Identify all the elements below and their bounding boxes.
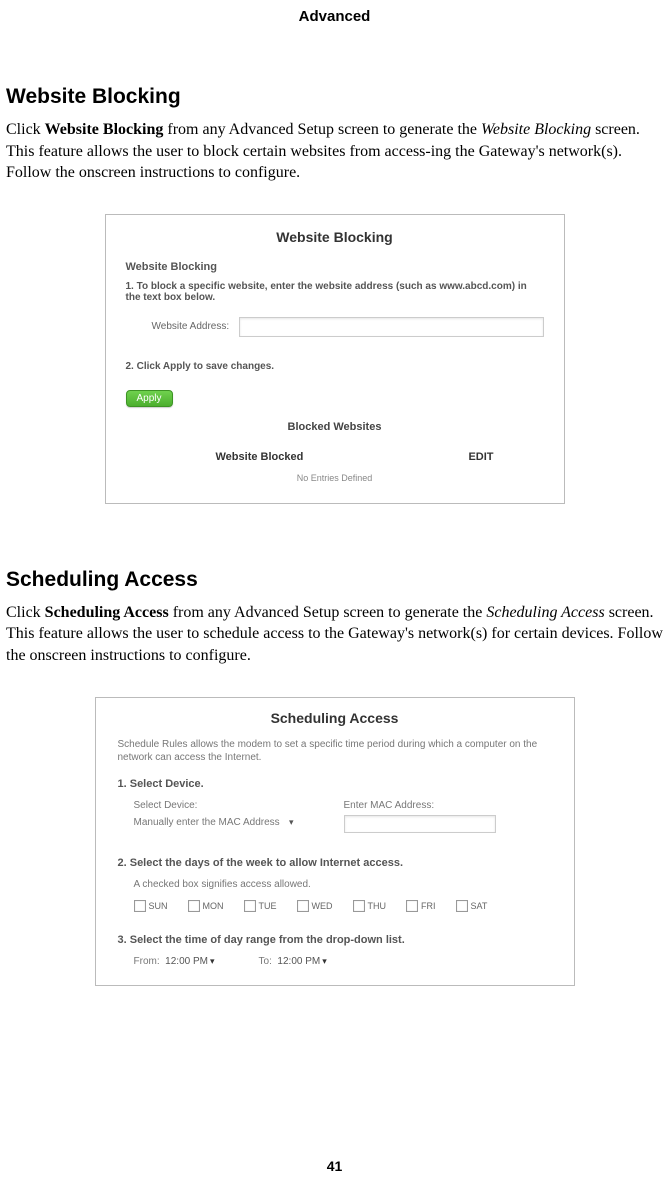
day-sun[interactable]: SUN <box>134 900 168 912</box>
days-row: SUN MON TUE WED THU FRI SAT <box>134 900 552 912</box>
link-text-scheduling-access: Scheduling Access <box>45 604 169 621</box>
panel-subtitle: Website Blocking <box>126 261 544 273</box>
col-website-blocked: Website Blocked <box>216 451 304 463</box>
step3-text: 3. Select the time of day range from the… <box>118 934 552 946</box>
link-text-website-blocking: Website Blocking <box>45 121 164 138</box>
text: Click <box>6 121 45 138</box>
checkbox-icon[interactable] <box>244 900 256 912</box>
no-entries-text: No Entries Defined <box>126 473 544 483</box>
select-device-dropdown[interactable]: Manually enter the MAC Address <box>134 815 294 831</box>
to-group: To: 12:00 PM <box>259 956 327 967</box>
day-label: FRI <box>421 901 436 911</box>
from-label: From: <box>134 956 160 967</box>
day-tue[interactable]: TUE <box>244 900 277 912</box>
day-label: SUN <box>149 901 168 911</box>
from-time-dropdown[interactable]: 12:00 PM <box>165 956 214 967</box>
website-address-label: Website Address: <box>152 321 230 332</box>
checkbox-icon[interactable] <box>353 900 365 912</box>
screenshot-scheduling-access: Scheduling Access Schedule Rules allows … <box>95 697 575 986</box>
from-group: From: 12:00 PM <box>134 956 215 967</box>
day-label: MON <box>203 901 224 911</box>
apply-button[interactable]: Apply <box>126 390 173 407</box>
website-address-input[interactable] <box>239 317 543 337</box>
section-title-website-blocking: Website Blocking <box>6 85 663 109</box>
mac-address-input[interactable] <box>344 815 496 833</box>
day-fri[interactable]: FRI <box>406 900 436 912</box>
checkbox-icon[interactable] <box>456 900 468 912</box>
blocked-websites-title: Blocked Websites <box>126 421 544 433</box>
day-mon[interactable]: MON <box>188 900 224 912</box>
checkbox-icon[interactable] <box>406 900 418 912</box>
checked-box-note: A checked box signifies access allowed. <box>134 879 552 890</box>
day-label: WED <box>312 901 333 911</box>
screen-name-website-blocking: Website Blocking <box>481 121 591 138</box>
text: Click <box>6 604 45 621</box>
mac-address-label: Enter MAC Address: <box>344 800 496 811</box>
step1-text: 1. To block a specific website, enter th… <box>126 281 544 303</box>
text: from any Advanced Setup screen to genera… <box>163 121 481 138</box>
chapter-title: Advanced <box>6 8 663 25</box>
text: from any Advanced Setup screen to genera… <box>169 604 487 621</box>
screen-name-scheduling-access: Scheduling Access <box>486 604 604 621</box>
panel-description: Schedule Rules allows the modem to set a… <box>118 738 552 764</box>
to-time-dropdown[interactable]: 12:00 PM <box>277 956 326 967</box>
blocked-websites-header: Website Blocked EDIT <box>126 451 544 469</box>
section1-intro: Click Website Blocking from any Advanced… <box>6 119 663 184</box>
day-sat[interactable]: SAT <box>456 900 488 912</box>
screenshot-website-blocking: Website Blocking Website Blocking 1. To … <box>105 214 565 504</box>
select-device-label: Select Device: <box>134 800 294 811</box>
panel-title: Scheduling Access <box>118 710 552 726</box>
day-label: TUE <box>259 901 277 911</box>
step1-text: 1. Select Device. <box>118 778 552 790</box>
day-thu[interactable]: THU <box>353 900 387 912</box>
to-label: To: <box>259 956 272 967</box>
section-title-scheduling-access: Scheduling Access <box>6 568 663 592</box>
panel-title: Website Blocking <box>126 229 544 245</box>
checkbox-icon[interactable] <box>134 900 146 912</box>
checkbox-icon[interactable] <box>188 900 200 912</box>
day-wed[interactable]: WED <box>297 900 333 912</box>
page-number: 41 <box>0 1158 669 1174</box>
day-label: SAT <box>471 901 488 911</box>
col-edit: EDIT <box>468 451 493 463</box>
section2-intro: Click Scheduling Access from any Advance… <box>6 602 663 667</box>
step2-text: 2. Click Apply to save changes. <box>126 361 544 372</box>
day-label: THU <box>368 901 387 911</box>
step2-text: 2. Select the days of the week to allow … <box>118 857 552 869</box>
checkbox-icon[interactable] <box>297 900 309 912</box>
